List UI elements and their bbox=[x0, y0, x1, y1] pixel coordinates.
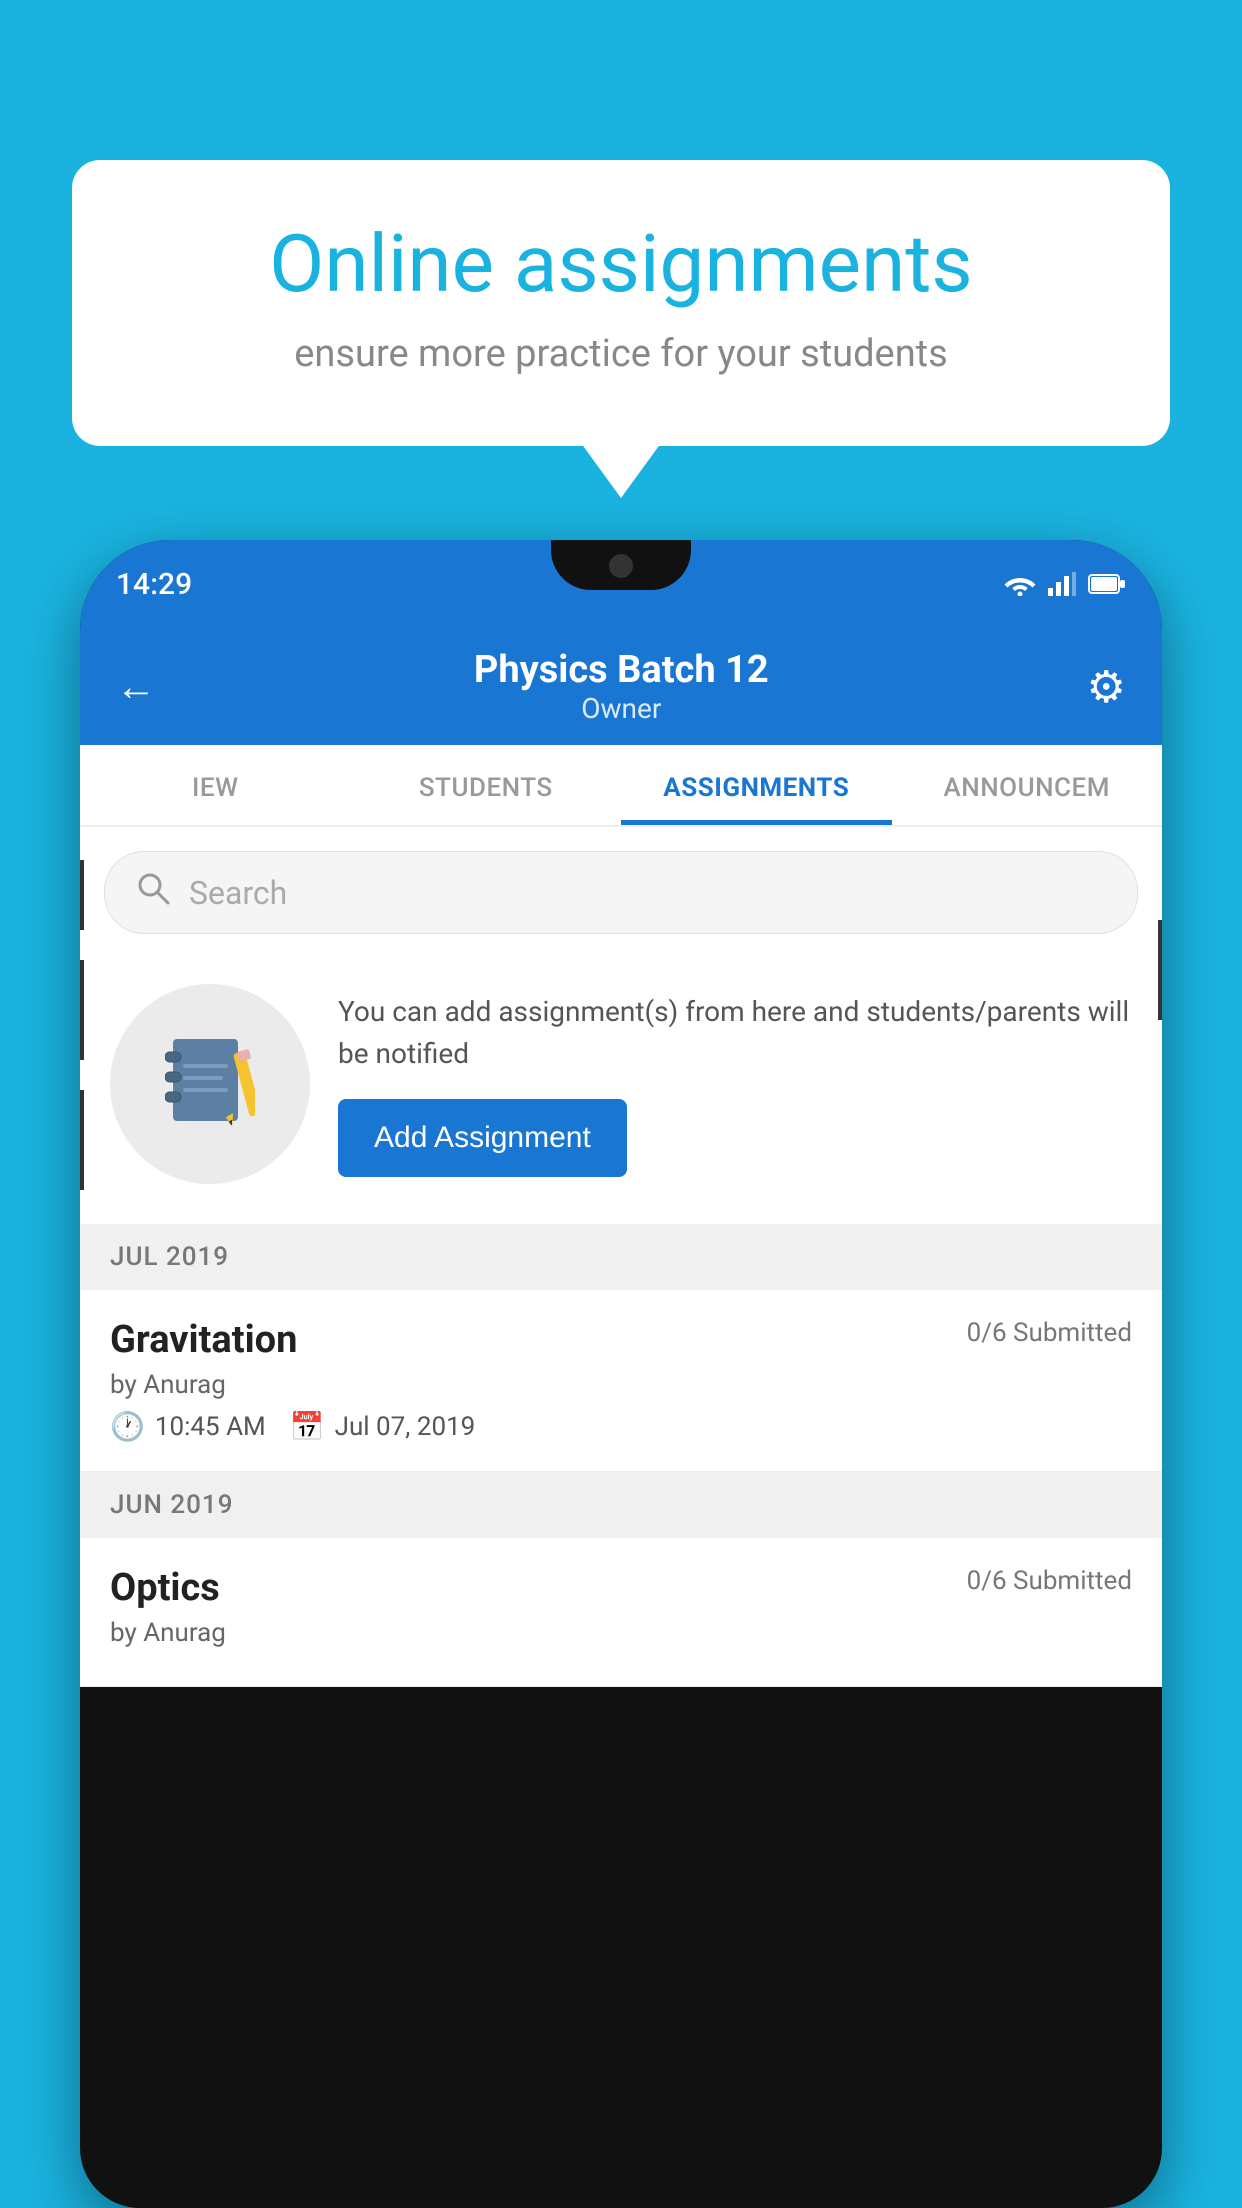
promo-section: You can add assignment(s) from here and … bbox=[80, 954, 1162, 1224]
header-title-area: Physics Batch 12 Owner bbox=[474, 648, 769, 725]
tab-assignments[interactable]: ASSIGNMENTS bbox=[621, 745, 892, 825]
app-header: ← Physics Batch 12 Owner ⚙ bbox=[80, 628, 1162, 745]
signal-icon bbox=[1048, 572, 1076, 596]
search-placeholder: Search bbox=[189, 874, 287, 912]
notebook-icon bbox=[165, 1034, 255, 1134]
battery-icon bbox=[1088, 573, 1126, 595]
tab-announcements[interactable]: ANNOUNCEM bbox=[892, 745, 1163, 825]
assignment-by-gravitation: by Anurag bbox=[110, 1370, 1132, 1400]
phone-notch bbox=[551, 540, 691, 590]
assignment-submitted-gravitation: 0/6 Submitted bbox=[967, 1318, 1132, 1348]
back-button[interactable]: ← bbox=[116, 663, 156, 710]
assignment-date: Jul 07, 2019 bbox=[335, 1412, 476, 1442]
assignment-submitted-optics: 0/6 Submitted bbox=[967, 1566, 1132, 1596]
assignment-meta-gravitation: 🕐 10:45 AM 📅 Jul 07, 2019 bbox=[110, 1410, 1132, 1443]
calendar-icon: 📅 bbox=[290, 1410, 325, 1443]
status-icons bbox=[1004, 572, 1126, 596]
meta-date: 📅 Jul 07, 2019 bbox=[290, 1410, 476, 1443]
clock-icon: 🕐 bbox=[110, 1410, 145, 1443]
status-time: 14:29 bbox=[116, 567, 192, 602]
assignment-item-optics[interactable]: Optics 0/6 Submitted by Anurag bbox=[80, 1538, 1162, 1687]
promo-text-area: You can add assignment(s) from here and … bbox=[338, 991, 1132, 1177]
header-subtitle: Owner bbox=[474, 692, 769, 725]
volume-up-button bbox=[80, 860, 84, 930]
assignment-name-optics: Optics bbox=[110, 1566, 220, 1610]
promo-icon-circle bbox=[110, 984, 310, 1184]
tab-iew[interactable]: IEW bbox=[80, 745, 351, 825]
wifi-icon bbox=[1004, 572, 1036, 596]
power-button bbox=[1158, 920, 1162, 1020]
assignment-time: 10:45 AM bbox=[155, 1412, 266, 1442]
assignment-by-optics: by Anurag bbox=[110, 1618, 1132, 1648]
tab-students[interactable]: STUDENTS bbox=[351, 745, 622, 825]
assignment-item-top: Gravitation 0/6 Submitted bbox=[110, 1318, 1132, 1362]
meta-time: 🕐 10:45 AM bbox=[110, 1410, 266, 1443]
camera-dot bbox=[609, 554, 633, 578]
speech-bubble-title: Online assignments bbox=[142, 220, 1100, 308]
search-bar[interactable]: Search bbox=[104, 851, 1138, 934]
volume-down-button bbox=[80, 960, 84, 1060]
silent-button bbox=[80, 1090, 84, 1190]
search-icon bbox=[135, 870, 171, 915]
status-bar: 14:29 bbox=[80, 540, 1162, 628]
add-assignment-button[interactable]: Add Assignment bbox=[338, 1099, 627, 1177]
settings-icon[interactable]: ⚙ bbox=[1087, 661, 1126, 713]
assignment-item-gravitation[interactable]: Gravitation 0/6 Submitted by Anurag 🕐 10… bbox=[80, 1290, 1162, 1472]
speech-bubble: Online assignments ensure more practice … bbox=[72, 160, 1170, 446]
section-header-jun: JUN 2019 bbox=[80, 1472, 1162, 1538]
assignment-item-top-optics: Optics 0/6 Submitted bbox=[110, 1566, 1132, 1610]
assignment-name-gravitation: Gravitation bbox=[110, 1318, 297, 1362]
screen-content: Search bbox=[80, 827, 1162, 1687]
phone-frame: 14:29 bbox=[80, 540, 1162, 2208]
tabs-bar: IEW STUDENTS ASSIGNMENTS ANNOUNCEM bbox=[80, 745, 1162, 827]
speech-bubble-subtitle: ensure more practice for your students bbox=[142, 332, 1100, 376]
promo-text: You can add assignment(s) from here and … bbox=[338, 991, 1132, 1075]
header-title: Physics Batch 12 bbox=[474, 648, 769, 692]
section-header-jul: JUL 2019 bbox=[80, 1224, 1162, 1290]
